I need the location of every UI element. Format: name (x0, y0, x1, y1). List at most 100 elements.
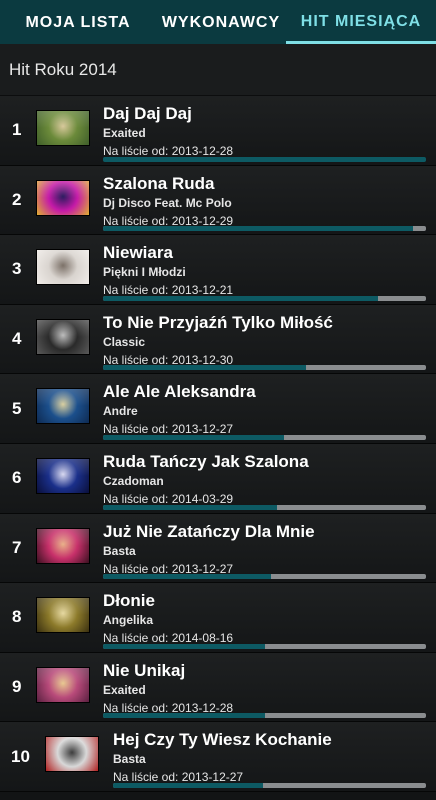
song-title: Już Nie Zatańczy Dla Mnie (103, 521, 315, 541)
list-item[interactable]: 5 Ale Ale Aleksandra Andre Na liście od: 20… (0, 374, 436, 444)
song-title: Szalona Ruda (103, 173, 215, 193)
thumbnail-shine (46, 737, 98, 755)
song-title: Ale Ale Aleksandra (103, 382, 256, 402)
list-title: Hit Roku 2014 (9, 59, 117, 79)
thumbnail-shine (37, 319, 89, 337)
song-title: Daj Daj Daj (103, 104, 192, 123)
song-info: Już Nie Zatańczy Dla Mnie Basta Na liście … (103, 522, 426, 576)
song-title: Niewiara (103, 243, 173, 263)
song-info: Ruda Tańczy Jak Szalona Czadoman Na liście… (103, 452, 426, 506)
popularity-bar (103, 574, 426, 580)
list-item[interactable]: 6 Ruda Tańczy Jak Szalona Czadoman Na liści… (0, 443, 436, 514)
song-artist: Exaited (103, 682, 146, 697)
thumbnail-shine (37, 111, 89, 128)
video-thumbnail[interactable] (36, 318, 90, 355)
song-title: Ruda Tańczy Jak Szalona (103, 451, 309, 471)
popularity-bar-fill (103, 365, 307, 371)
list-item[interactable]: 7 Już Nie Zatańczy Dla Mnie Basta Na liście… (0, 513, 436, 584)
song-info: Hej Czy Ty Wiesz Kochanie Basta Na liście … (113, 730, 426, 784)
popularity-bar-fill (113, 782, 264, 788)
popularity-bar-fill (103, 504, 278, 510)
chart-list: 1 Daj Daj Daj Exaited Na liście od: 2013-12… (0, 96, 436, 792)
video-thumbnail[interactable] (36, 666, 90, 703)
thumbnail-shine (37, 180, 89, 198)
list-item[interactable]: 9 Nie Unikaj Exaited Na liście od: 2013-12-… (0, 652, 436, 723)
video-thumbnail[interactable] (36, 527, 90, 564)
list-item[interactable]: 1 Daj Daj Daj Exaited Na liście od: 2013-12… (0, 96, 436, 166)
song-info: To Nie Przyjaźń Tylko Miłość Classic Na li… (103, 313, 426, 367)
video-thumbnail[interactable] (36, 388, 90, 425)
video-thumbnail[interactable] (36, 597, 90, 634)
list-item[interactable]: 4 To Nie Przyjaźń Tylko Miłość Classic Na l… (0, 304, 436, 375)
thumbnail-shine (37, 528, 89, 546)
rank-number: 6 (12, 468, 22, 488)
video-thumbnail[interactable] (36, 110, 90, 146)
song-title: Nie Unikaj (103, 660, 186, 680)
on-list-since-date: 2014-03-29 (171, 491, 234, 506)
rank-number: 10 (11, 746, 30, 766)
on-list-since-label: Na liście od: (103, 491, 172, 506)
song-artist: Czadoman (103, 473, 164, 488)
popularity-bar (103, 643, 426, 649)
rank-number: 9 (12, 677, 22, 697)
rank-number: 1 (12, 120, 22, 140)
song-artist: Piękni I Młodzi (103, 265, 186, 280)
popularity-bar (103, 295, 426, 301)
popularity-bar-fill (103, 574, 271, 580)
list-header: Hit Roku 2014 (0, 44, 436, 96)
on-list-since-date: 2013-12-28 (171, 144, 234, 158)
song-artist: Basta (103, 543, 136, 558)
song-artist: Classic (103, 334, 146, 349)
video-thumbnail[interactable] (36, 179, 90, 216)
thumbnail-shine (37, 458, 89, 476)
list-item[interactable]: 2 Szalona Ruda Dj Disco Feat. Mc Polo Na li… (0, 165, 436, 236)
popularity-bar (103, 713, 426, 719)
video-thumbnail[interactable] (45, 736, 99, 773)
song-info: Niewiara Piękni I Młodzi Na liście od: 201… (103, 243, 426, 297)
tab-hit-miesiaca[interactable]: HIT MIESIĄCA (286, 0, 436, 44)
video-thumbnail[interactable] (36, 249, 90, 286)
on-list-since-label: Na liście od: (103, 144, 172, 158)
song-artist: Basta (113, 752, 146, 767)
song-title: Dłonie (103, 591, 155, 611)
song-title: Hej Czy Ty Wiesz Kochanie (113, 730, 332, 750)
tab-bar: MOJA LISTA WYKONAWCY HIT MIESIĄCA (0, 0, 436, 44)
popularity-bar (103, 365, 426, 371)
song-info: Daj Daj Daj Exaited Na liście od: 2013-12-… (103, 104, 426, 158)
on-list-since: Na liście od: 2014-03-29 (103, 492, 426, 506)
song-info: Dłonie Angelika Na liście od: 2014-08-16 (103, 591, 426, 645)
song-info: Ale Ale Aleksandra Andre Na liście od: 201… (103, 382, 426, 436)
song-artist: Exaited (103, 126, 146, 140)
thumbnail-shine (37, 598, 89, 616)
popularity-bar-fill (103, 295, 378, 301)
popularity-bar (103, 434, 426, 440)
popularity-bar-fill (103, 156, 426, 162)
popularity-bar (103, 504, 426, 510)
list-item[interactable]: 10 Hej Czy Ty Wiesz Kochanie Basta Na liści… (0, 722, 436, 792)
popularity-bar-fill (103, 226, 414, 232)
list-item[interactable]: 8 Dłonie Angelika Na liście od: 2014-08-16 (0, 583, 436, 653)
popularity-bar-fill (103, 434, 284, 440)
song-title: To Nie Przyjaźń Tylko Miłość (103, 312, 333, 332)
list-item[interactable]: 3 Niewiara Piękni I Młodzi Na liście od: 20… (0, 235, 436, 305)
popularity-bar-fill (103, 713, 265, 719)
on-list-since: Na liście od: 2013-12-28 (103, 144, 426, 158)
song-artist: Angelika (103, 613, 154, 628)
popularity-bar (103, 226, 426, 232)
popularity-bar (103, 156, 426, 162)
video-thumbnail[interactable] (36, 457, 90, 494)
song-artist: Andre (103, 404, 138, 419)
song-artist: Dj Disco Feat. Mc Polo (103, 195, 232, 210)
rank-number: 3 (12, 259, 22, 279)
rank-number: 2 (12, 189, 22, 209)
rank-number: 4 (12, 329, 22, 349)
rank-number: 7 (12, 537, 22, 557)
song-info: Szalona Ruda Dj Disco Feat. Mc Polo Na liś… (103, 174, 426, 228)
tab-moja-lista[interactable]: MOJA LISTA (0, 0, 156, 44)
rank-number: 5 (12, 398, 22, 418)
popularity-bar (113, 782, 426, 788)
popularity-bar-fill (103, 643, 265, 649)
rank-number: 8 (12, 607, 22, 627)
song-info: Nie Unikaj Exaited Na liście od: 2013-12-2… (103, 661, 426, 715)
tab-wykonawcy[interactable]: WYKONAWCY (156, 0, 286, 44)
